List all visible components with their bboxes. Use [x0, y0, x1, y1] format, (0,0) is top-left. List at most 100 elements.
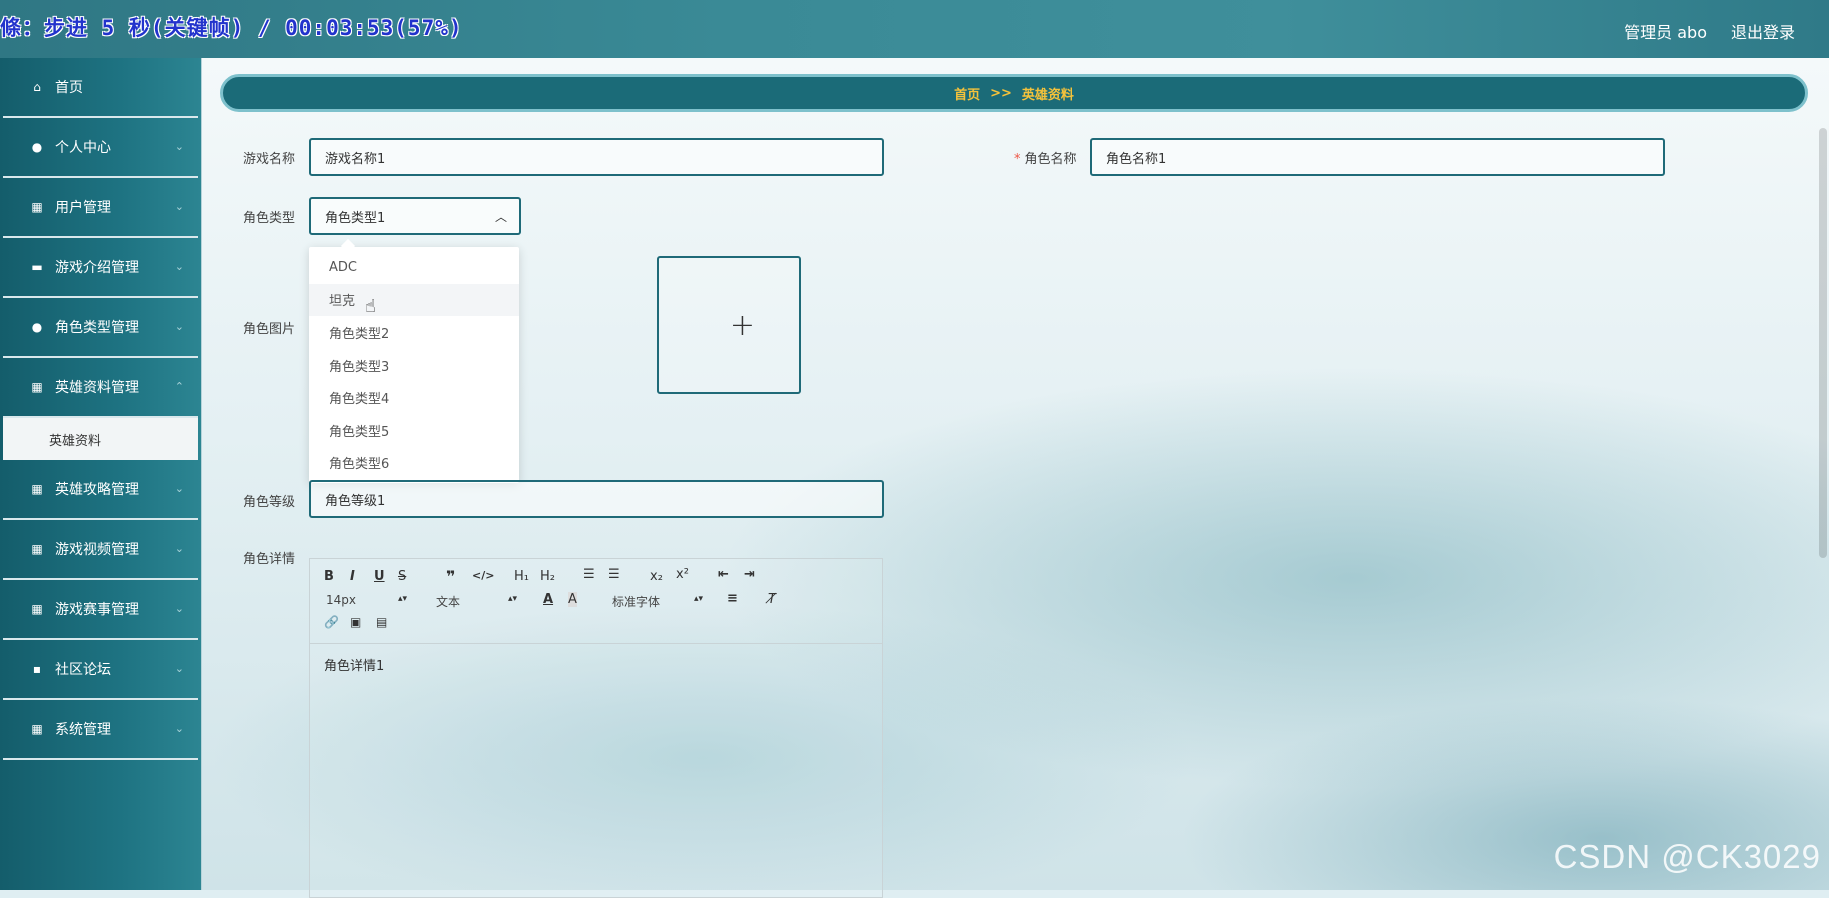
breadcrumb-home[interactable]: 首页: [954, 84, 980, 103]
admin-user-label[interactable]: 管理员 abo: [1624, 19, 1707, 43]
bullet-list-icon[interactable]: ☰: [608, 567, 620, 582]
background-color-icon[interactable]: A: [568, 592, 577, 607]
video-icon[interactable]: ▤: [376, 615, 387, 629]
link-icon[interactable]: 🔗: [324, 615, 339, 629]
dropdown-option-label: 坦克: [329, 294, 356, 310]
game-name-label: 游戏名称: [243, 152, 296, 167]
role-type-select[interactable]: 角色类型1 ︿: [309, 197, 521, 235]
underline-icon[interactable]: U: [374, 569, 385, 584]
sidebar-subitem-hero-data[interactable]: 英雄资料: [3, 418, 198, 460]
clear-format-icon[interactable]: T̸: [768, 592, 776, 607]
chevron-down-icon: ⌄: [174, 482, 184, 495]
editor-toolbar: B I U S ❞ </> H₁ H₂ ☰ ☰ x₂ x² ⇤ ⇥ 14px ▴…: [310, 559, 882, 644]
sidebar-item-personal-center[interactable]: ● 个人中心 ⌄: [3, 118, 198, 178]
sidebar-item-game-intro[interactable]: ▬ 游戏介绍管理 ⌄: [3, 238, 198, 298]
indent-icon[interactable]: ⇥: [744, 567, 755, 582]
grid-icon: ▦: [31, 200, 43, 214]
sidebar-item-label: 游戏视频管理: [55, 542, 139, 558]
sidebar-item-hero-guide[interactable]: ▦ 英雄攻略管理 ⌄: [3, 460, 198, 520]
chat-icon: ▬: [31, 260, 43, 274]
dropdown-option-hovered[interactable]: 坦克 ☝: [309, 283, 519, 317]
dropdown-option[interactable]: 角色类型5: [309, 414, 519, 447]
role-level-input[interactable]: 角色等级1: [309, 480, 884, 518]
updown-icon: ▴▾: [694, 594, 704, 604]
role-type-label: 角色类型: [243, 211, 296, 226]
sidebar-item-user-management[interactable]: ▦ 用户管理 ⌄: [3, 178, 198, 238]
font-family-value: 标准字体: [612, 595, 661, 609]
hand-cursor-icon: ☝: [365, 295, 376, 317]
main-content: 首页 >> 英雄资料 游戏名称 游戏名称1 * 角色名称 角色名称1 角色类型 角…: [202, 58, 1829, 898]
sidebar-item-label: 用户管理: [55, 200, 111, 216]
dropdown-option[interactable]: 角色类型3: [309, 349, 519, 382]
text-style-select[interactable]: 文本 ▴▾: [436, 593, 517, 610]
dropdown-option[interactable]: 角色类型4: [309, 381, 519, 414]
page-scrollbar[interactable]: [1819, 128, 1827, 558]
sidebar-item-forum[interactable]: ▪ 社区论坛 ⌄: [3, 640, 198, 700]
sidebar-item-label: 首页: [55, 80, 83, 96]
strikethrough-icon[interactable]: S: [398, 569, 406, 584]
sidebar-item-game-video[interactable]: ▦ 游戏视频管理 ⌄: [3, 520, 198, 580]
breadcrumb-current: 英雄资料: [1021, 87, 1074, 103]
ordered-list-icon[interactable]: ☰: [583, 567, 595, 582]
outdent-icon[interactable]: ⇤: [718, 567, 729, 582]
grid-icon: ▦: [31, 722, 43, 736]
sidebar-item-label: 英雄攻略管理: [55, 482, 139, 498]
code-block-icon[interactable]: </>: [472, 569, 494, 582]
dropdown-option[interactable]: ADC: [309, 251, 519, 284]
game-name-input[interactable]: 游戏名称1: [309, 138, 884, 176]
sidebar-item-role-type[interactable]: ● 角色类型管理 ⌄: [3, 298, 198, 358]
sidebar-item-system[interactable]: ▦ 系统管理 ⌄: [3, 700, 198, 760]
role-detail-label: 角色详情: [243, 552, 296, 567]
grid-icon: ▦: [31, 380, 43, 394]
role-name-input[interactable]: 角色名称1: [1090, 138, 1665, 176]
required-mark: *: [1014, 152, 1021, 167]
video-progress-overlay: 條：步进 5 秒(关键帧) / 00:03:53(57%): [0, 16, 463, 40]
chevron-down-icon: ⌄: [174, 200, 184, 213]
role-image-upload[interactable]: +: [657, 256, 801, 394]
sidebar-item-game-events[interactable]: ▦ 游戏赛事管理 ⌄: [3, 580, 198, 640]
watermark: CSDN @CK3029: [1553, 838, 1821, 875]
subscript-icon[interactable]: x₂: [650, 569, 663, 584]
grid-icon: ▦: [31, 542, 43, 556]
rich-text-editor: B I U S ❞ </> H₁ H₂ ☰ ☰ x₂ x² ⇤ ⇥ 14px ▴…: [309, 558, 883, 898]
logout-button[interactable]: 退出登录: [1731, 19, 1795, 43]
sidebar-item-label: 系统管理: [55, 722, 111, 738]
dropdown-option[interactable]: 角色类型2: [309, 316, 519, 349]
blockquote-icon[interactable]: ❞: [446, 567, 455, 586]
person-icon: ●: [31, 320, 43, 334]
role-type-dropdown: ADC 坦克 ☝ 角色类型2 角色类型3 角色类型4 角色类型5 角色类型6: [309, 247, 519, 484]
top-header: 條：步进 5 秒(关键帧) / 00:03:53(57%) 管理员 abo 退出…: [0, 0, 1829, 58]
role-name-label: * 角色名称: [1014, 148, 1077, 167]
chevron-up-icon: ⌃: [174, 380, 184, 393]
font-color-icon[interactable]: A: [543, 592, 553, 607]
chevron-down-icon: ⌄: [174, 140, 184, 153]
font-family-select[interactable]: 标准字体 ▴▾: [612, 593, 704, 610]
image-icon[interactable]: ▣: [350, 615, 361, 629]
italic-icon[interactable]: I: [350, 569, 355, 584]
sidebar-item-label: 游戏介绍管理: [55, 260, 139, 276]
sidebar-item-hero-data[interactable]: ▦ 英雄资料管理 ⌃: [3, 358, 198, 418]
grid-icon: ▦: [31, 482, 43, 496]
chevron-down-icon: ⌄: [174, 722, 184, 735]
role-type-selected-value: 角色类型1: [325, 210, 386, 226]
chevron-down-icon: ⌄: [174, 320, 184, 333]
bold-icon[interactable]: B: [324, 569, 334, 584]
heading2-icon[interactable]: H₂: [540, 569, 555, 584]
heading1-icon[interactable]: H₁: [514, 569, 529, 584]
home-icon: ⌂: [33, 80, 41, 94]
chevron-up-icon: ︿: [494, 210, 507, 224]
superscript-icon[interactable]: x²: [676, 567, 689, 582]
font-size-select[interactable]: 14px ▴▾: [326, 593, 407, 607]
editor-content[interactable]: 角色详情1: [324, 655, 384, 674]
breadcrumb-separator: >>: [990, 85, 1012, 101]
user-area: 管理员 abo 退出登录: [1624, 19, 1795, 43]
text-style-value: 文本: [436, 595, 461, 609]
sidebar-item-home[interactable]: ⌂ 首页: [3, 58, 198, 118]
sidebar-item-label: 游戏赛事管理: [55, 602, 139, 618]
sidebar-item-label: 英雄资料管理: [55, 380, 139, 396]
align-icon[interactable]: ≡: [727, 591, 738, 606]
dropdown-option[interactable]: 角色类型6: [309, 447, 519, 480]
sidebar: ⌂ 首页 ● 个人中心 ⌄ ▦ 用户管理 ⌄ ▬ 游戏介绍管理 ⌄ ● 角色类型…: [0, 58, 202, 890]
user-icon: ●: [31, 140, 43, 154]
chevron-down-icon: ⌄: [174, 602, 184, 615]
